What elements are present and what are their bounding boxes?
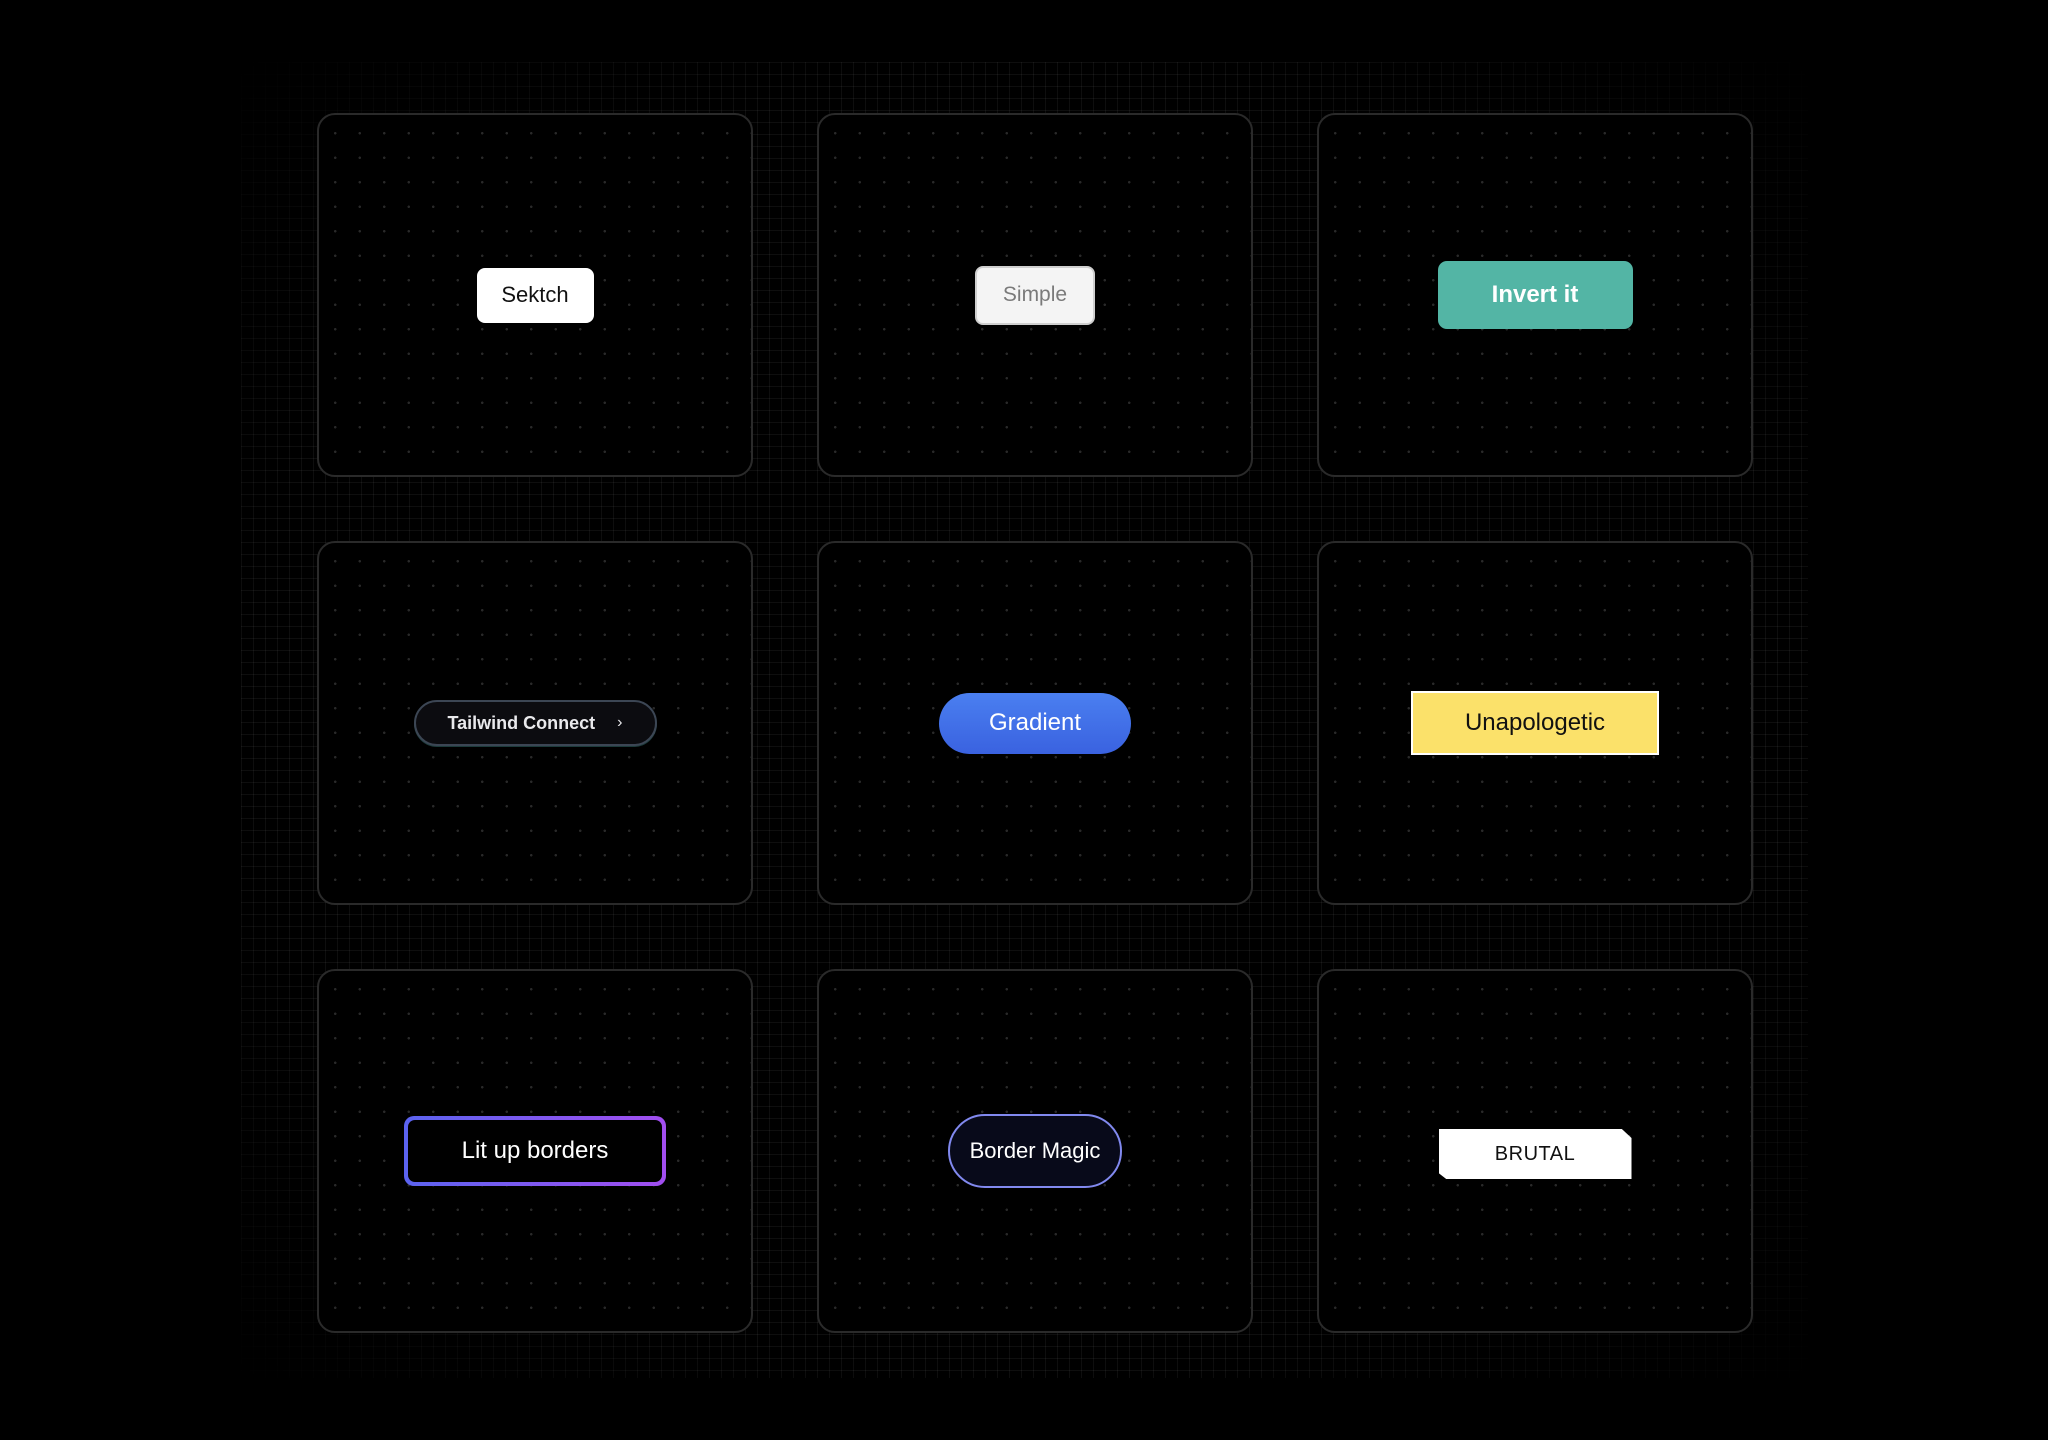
chevron-right-icon: › (617, 714, 623, 731)
brutal-button[interactable]: BRUTAL (1438, 1129, 1632, 1179)
simple-button[interactable]: Simple (975, 265, 1095, 325)
lit-up-borders-button[interactable]: Lit up borders (404, 1116, 666, 1186)
sketch-button[interactable]: Sektch (476, 267, 594, 323)
tailwind-connect-button[interactable]: Tailwind Connect › (413, 700, 657, 746)
card-brutal: BRUTAL (1317, 969, 1753, 1333)
card-tailwind: Tailwind Connect › (317, 541, 753, 905)
card-gradient: Gradient (817, 541, 1253, 905)
border-magic-button[interactable]: Border Magic (948, 1114, 1122, 1188)
invert-button[interactable]: Invert it (1437, 261, 1633, 329)
lit-up-borders-label: Lit up borders (408, 1120, 662, 1182)
card-magic: Border Magic (817, 969, 1253, 1333)
unapologetic-button[interactable]: Unapologetic (1411, 691, 1659, 755)
card-simple: Simple (817, 113, 1253, 477)
card-invert: Invert it (1317, 113, 1753, 477)
tailwind-connect-label: Tailwind Connect (447, 712, 596, 733)
card-lit: Lit up borders (317, 969, 753, 1333)
gradient-button[interactable]: Gradient (939, 692, 1131, 754)
card-sketch: Sektch (317, 113, 753, 477)
card-unapologetic: Unapologetic (1317, 541, 1753, 905)
